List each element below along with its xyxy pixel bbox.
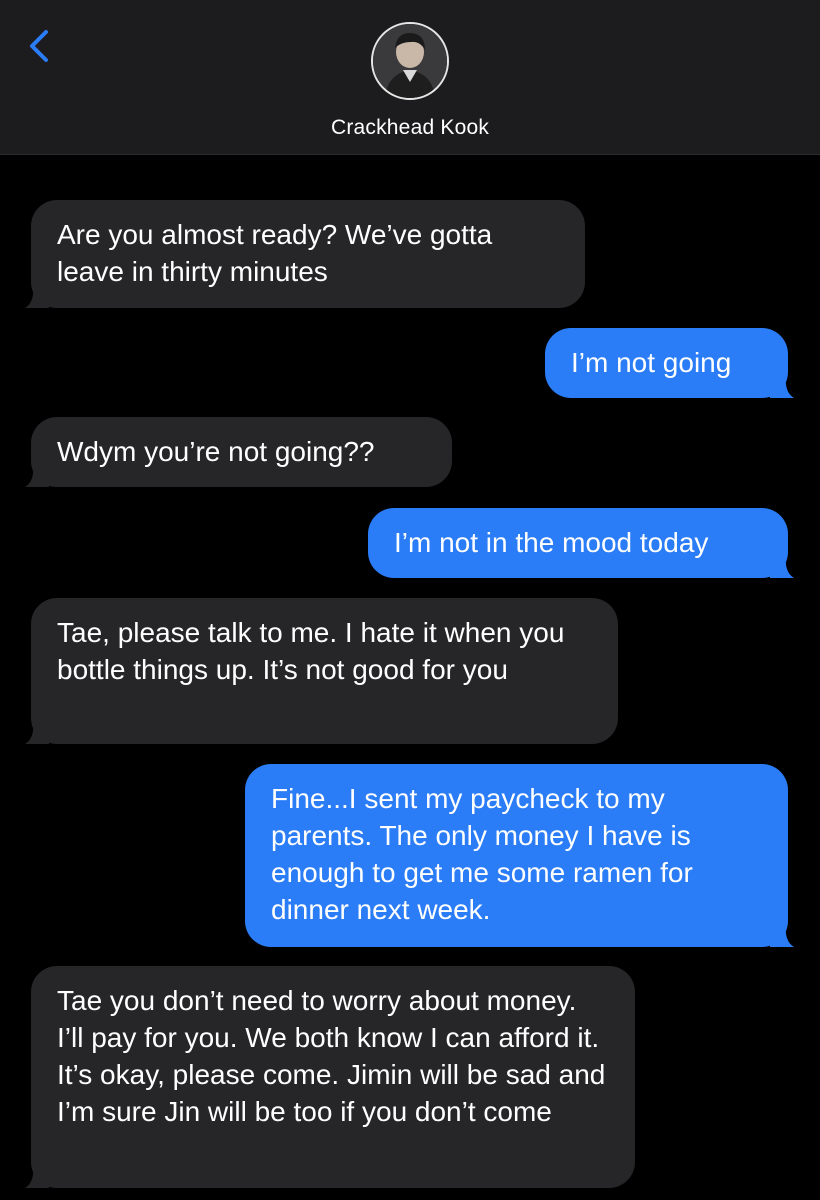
bubble-tail [25,463,49,487]
bubble-tail [25,1164,49,1188]
message-text: Tae you don’t need to worry about money.… [57,985,606,1127]
message-text: Fine...I sent my paycheck to my parents.… [271,783,693,925]
conversation-header: Crackhead Kook [0,0,820,155]
bubble-tail [770,374,794,398]
bubble-tail [25,720,49,744]
contact-avatar[interactable] [371,22,449,100]
message-bubble-outgoing[interactable]: I’m not in the mood today [368,508,794,578]
message-text: Are you almost ready? We’ve gotta leave … [57,219,493,287]
back-button[interactable] [22,26,58,66]
bubble-tail [770,923,794,947]
message-bubble-outgoing[interactable]: Fine...I sent my paycheck to my parents.… [245,764,794,947]
message-text: I’m not going [571,347,732,378]
message-text: Wdym you’re not going?? [57,436,375,467]
bubble-tail [770,554,794,578]
message-text: I’m not in the mood today [394,527,709,558]
message-bubble-incoming[interactable]: Wdym you’re not going?? [25,417,452,487]
message-bubble-incoming[interactable]: Are you almost ready? We’ve gotta leave … [25,200,585,308]
chevron-left-icon [22,26,58,66]
message-bubble-incoming[interactable]: Tae you don’t need to worry about money.… [25,966,635,1188]
message-text: Tae, please talk to me. I hate it when y… [57,617,565,685]
bubble-tail [25,284,49,308]
contact-name[interactable]: Crackhead Kook [0,116,820,140]
message-bubble-outgoing[interactable]: I’m not going [545,328,794,398]
message-bubble-incoming[interactable]: Tae, please talk to me. I hate it when y… [25,598,618,744]
